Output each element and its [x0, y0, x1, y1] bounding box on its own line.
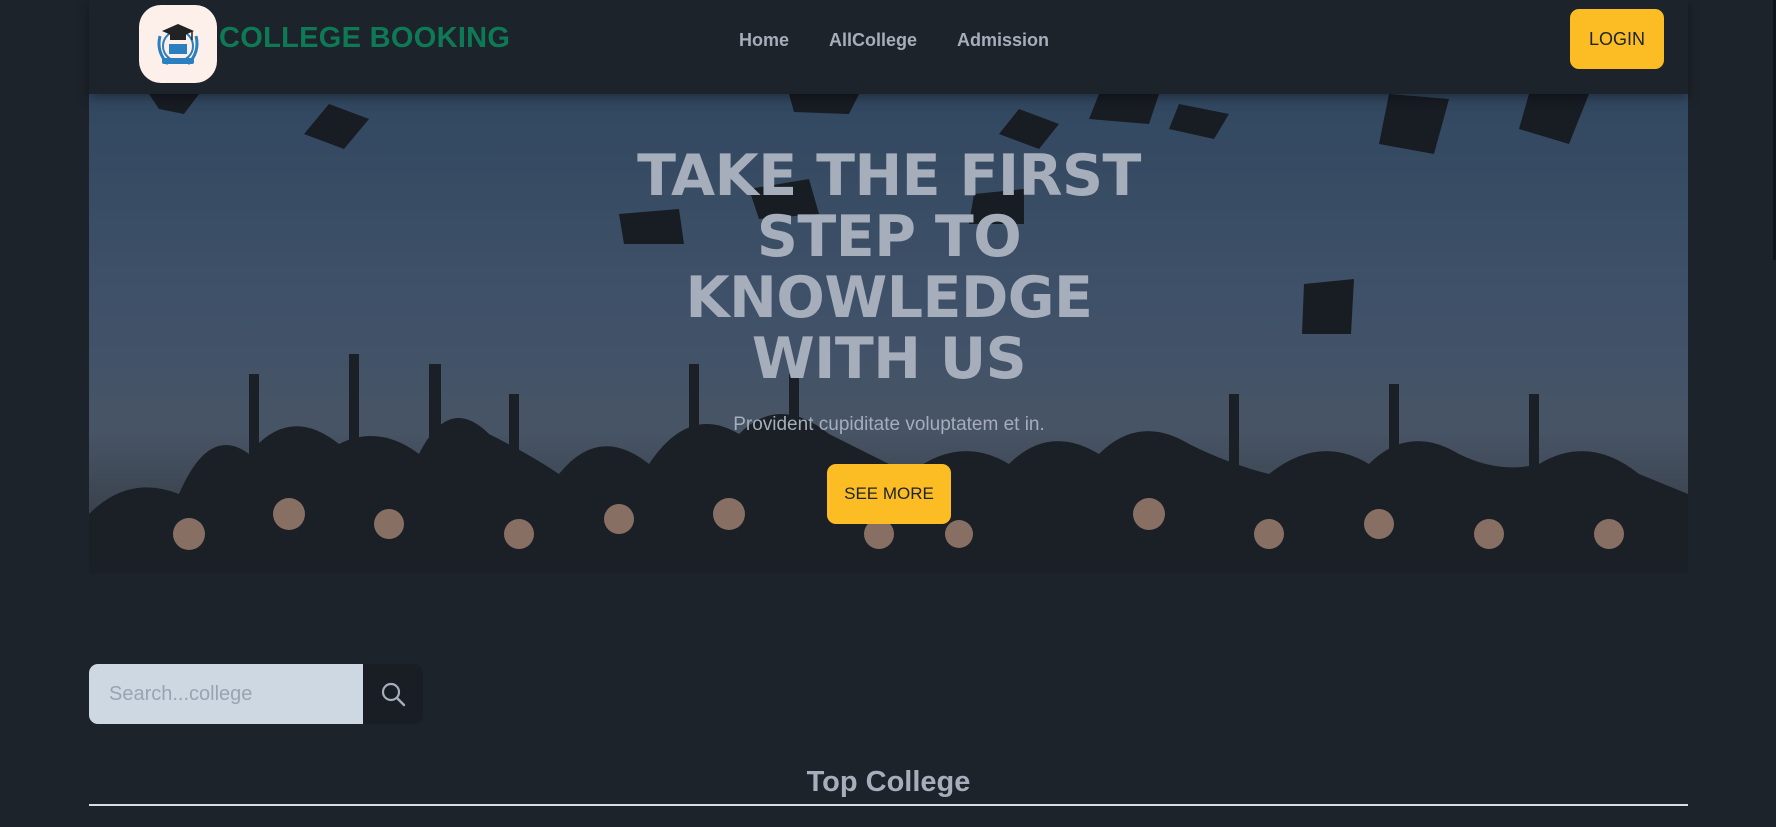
search-icon — [381, 682, 406, 707]
logo[interactable] — [139, 5, 217, 83]
navbar: COLLEGE BOOKING Home AllCollege Admissio… — [89, 0, 1688, 94]
see-more-button[interactable]: SEE MORE — [827, 464, 951, 524]
search-bar — [89, 664, 423, 724]
search-button[interactable] — [363, 664, 423, 724]
main-nav: Home AllCollege Admission — [739, 0, 1049, 80]
hero-subtitle: Provident cupiditate voluptatem et in. — [733, 414, 1045, 435]
brand-name[interactable]: COLLEGE BOOKING — [219, 22, 510, 55]
section-divider — [89, 804, 1688, 806]
nav-link-admission[interactable]: Admission — [957, 30, 1049, 51]
hero-title: TAKE THE FIRST STEP TO KNOWLEDGE WITH US — [637, 143, 1141, 392]
nav-link-allcollege[interactable]: AllCollege — [829, 30, 917, 51]
graduation-cap-emblem-icon — [157, 24, 199, 66]
section-title: Top College — [806, 766, 971, 798]
search-input[interactable] — [89, 664, 363, 724]
nav-link-home[interactable]: Home — [739, 30, 789, 51]
hero-banner: TAKE THE FIRST STEP TO KNOWLEDGE WITH US… — [89, 94, 1688, 574]
login-button[interactable]: LOGIN — [1570, 9, 1664, 69]
